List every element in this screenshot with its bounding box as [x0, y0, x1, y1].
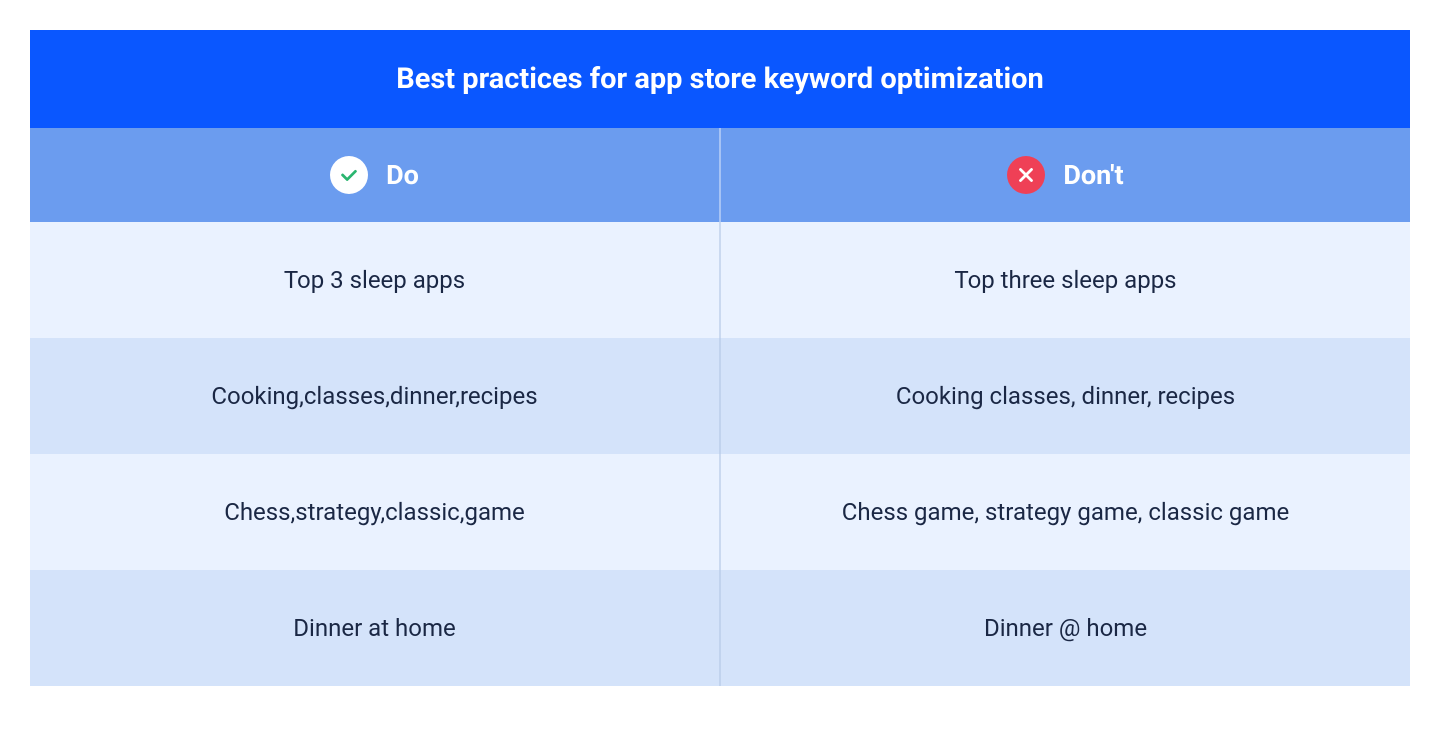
do-cell: Dinner at home — [30, 570, 720, 686]
table-body: Top 3 sleep apps Top three sleep apps Co… — [30, 222, 1410, 686]
dont-header-label: Don't — [1063, 159, 1123, 191]
table-row: Chess,strategy,classic,game Chess game, … — [30, 454, 1410, 570]
dont-column-header: Don't — [720, 128, 1410, 222]
dont-cell: Dinner @ home — [720, 570, 1410, 686]
keyword-practices-table: Best practices for app store keyword opt… — [30, 30, 1410, 686]
table-row: Dinner at home Dinner @ home — [30, 570, 1410, 686]
do-column-header: Do — [30, 128, 720, 222]
cross-icon — [1007, 156, 1045, 194]
do-cell: Cooking,classes,dinner,recipes — [30, 338, 720, 454]
table-row: Cooking,classes,dinner,recipes Cooking c… — [30, 338, 1410, 454]
table-header-row: Do Don't — [30, 128, 1410, 222]
dont-cell: Cooking classes, dinner, recipes — [720, 338, 1410, 454]
do-cell: Top 3 sleep apps — [30, 222, 720, 338]
dont-cell: Chess game, strategy game, classic game — [720, 454, 1410, 570]
do-header-label: Do — [386, 159, 419, 191]
check-icon — [330, 156, 368, 194]
table-title: Best practices for app store keyword opt… — [30, 30, 1410, 128]
dont-cell: Top three sleep apps — [720, 222, 1410, 338]
do-cell: Chess,strategy,classic,game — [30, 454, 720, 570]
table-row: Top 3 sleep apps Top three sleep apps — [30, 222, 1410, 338]
